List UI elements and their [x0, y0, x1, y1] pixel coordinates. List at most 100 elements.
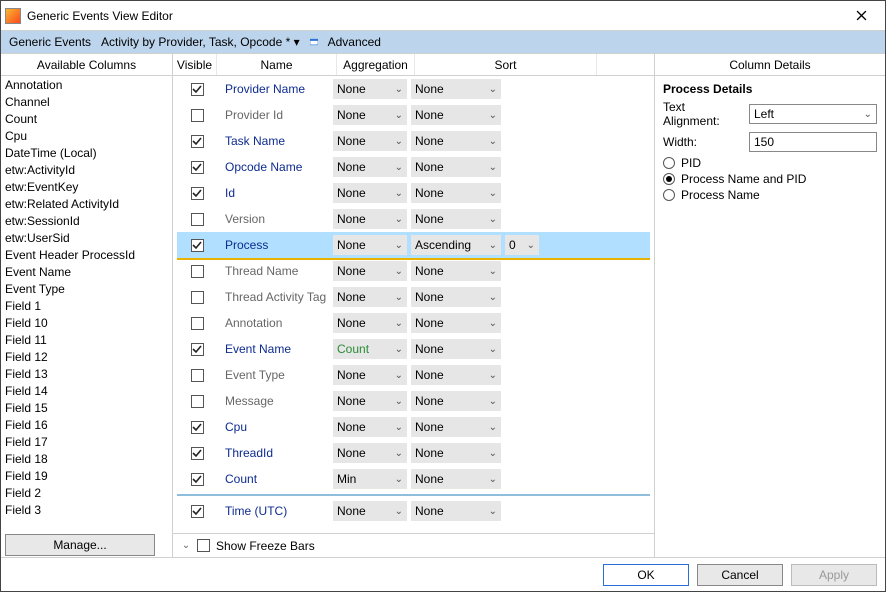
grid-row[interactable]: Task NameNone⌄None⌄ [177, 128, 650, 154]
grid-row[interactable]: MessageNone⌄None⌄ [177, 388, 650, 414]
aggregation-select[interactable]: None⌄ [333, 313, 407, 333]
menu-generic-events[interactable]: Generic Events [5, 35, 95, 49]
header-visible[interactable]: Visible [173, 54, 217, 75]
list-item[interactable]: etw:UserSid [1, 229, 172, 246]
grid-row[interactable]: ProcessNone⌄Ascending⌄0⌄ [177, 232, 650, 258]
visible-checkbox[interactable] [177, 109, 217, 122]
sort-select[interactable]: None⌄ [411, 313, 501, 333]
list-item[interactable]: Cpu [1, 127, 172, 144]
visible-checkbox[interactable] [177, 447, 217, 460]
list-item[interactable]: Field 16 [1, 416, 172, 433]
detail-radio[interactable]: Process Name and PID [663, 172, 877, 186]
available-columns-list[interactable]: AnnotationChannelCountCpuDateTime (Local… [1, 76, 172, 533]
sort-select[interactable]: None⌄ [411, 417, 501, 437]
aggregation-select[interactable]: Min⌄ [333, 469, 407, 489]
list-item[interactable]: Count [1, 110, 172, 127]
aggregation-select[interactable]: None⌄ [333, 501, 407, 521]
visible-checkbox[interactable] [177, 505, 217, 518]
sort-select[interactable]: None⌄ [411, 261, 501, 281]
sort-select[interactable]: None⌄ [411, 79, 501, 99]
list-item[interactable]: Field 19 [1, 467, 172, 484]
list-item[interactable]: Field 11 [1, 331, 172, 348]
aggregation-select[interactable]: None⌄ [333, 261, 407, 281]
sort-select[interactable]: None⌄ [411, 443, 501, 463]
aggregation-select[interactable]: None⌄ [333, 391, 407, 411]
list-item[interactable]: Field 10 [1, 314, 172, 331]
visible-checkbox[interactable] [177, 421, 217, 434]
list-item[interactable]: etw:ActivityId [1, 161, 172, 178]
list-item[interactable]: Field 2 [1, 484, 172, 501]
list-item[interactable]: DateTime (Local) [1, 144, 172, 161]
aggregation-select[interactable]: None⌄ [333, 417, 407, 437]
grid-row[interactable]: Event NameCount⌄None⌄ [177, 336, 650, 362]
visible-checkbox[interactable] [177, 317, 217, 330]
apply-button[interactable]: Apply [791, 564, 877, 586]
list-item[interactable]: Field 15 [1, 399, 172, 416]
grid-row[interactable]: VersionNone⌄None⌄ [177, 206, 650, 232]
list-item[interactable]: Event Header ProcessId [1, 246, 172, 263]
grid-row[interactable]: Provider IdNone⌄None⌄ [177, 102, 650, 128]
grid-row[interactable]: AnnotationNone⌄None⌄ [177, 310, 650, 336]
list-item[interactable]: etw:Related ActivityId [1, 195, 172, 212]
sort-select[interactable]: None⌄ [411, 209, 501, 229]
list-item[interactable]: Field 3 [1, 501, 172, 518]
list-item[interactable]: etw:SessionId [1, 212, 172, 229]
header-name[interactable]: Name [217, 54, 337, 75]
grid-body[interactable]: Provider NameNone⌄None⌄Provider IdNone⌄N… [173, 76, 654, 533]
sort-select[interactable]: None⌄ [411, 105, 501, 125]
visible-checkbox[interactable] [177, 265, 217, 278]
visible-checkbox[interactable] [177, 187, 217, 200]
grid-row[interactable]: CpuNone⌄None⌄ [177, 414, 650, 440]
show-freeze-checkbox[interactable] [197, 539, 210, 552]
manage-button[interactable]: Manage... [5, 534, 155, 556]
grid-row[interactable]: Thread NameNone⌄None⌄ [177, 258, 650, 284]
grid-row[interactable]: CountMin⌄None⌄ [177, 466, 650, 492]
sort-priority-select[interactable]: 0⌄ [505, 235, 539, 255]
aggregation-select[interactable]: None⌄ [333, 105, 407, 125]
visible-checkbox[interactable] [177, 291, 217, 304]
aggregation-select[interactable]: None⌄ [333, 183, 407, 203]
aggregation-select[interactable]: None⌄ [333, 131, 407, 151]
visible-checkbox[interactable] [177, 213, 217, 226]
visible-checkbox[interactable] [177, 395, 217, 408]
list-item[interactable]: Field 13 [1, 365, 172, 382]
header-aggregation[interactable]: Aggregation [337, 54, 415, 75]
list-item[interactable]: Field 18 [1, 450, 172, 467]
cancel-button[interactable]: Cancel [697, 564, 783, 586]
grid-row[interactable]: Time (UTC)None⌄None⌄ [177, 498, 650, 524]
sort-select[interactable]: None⌄ [411, 131, 501, 151]
list-item[interactable]: Event Type [1, 280, 172, 297]
grid-row[interactable]: Provider NameNone⌄None⌄ [177, 76, 650, 102]
grid-row[interactable]: ThreadIdNone⌄None⌄ [177, 440, 650, 466]
list-item[interactable]: Field 12 [1, 348, 172, 365]
sort-select[interactable]: None⌄ [411, 157, 501, 177]
grid-row[interactable]: IdNone⌄None⌄ [177, 180, 650, 206]
grid-row[interactable]: Opcode NameNone⌄None⌄ [177, 154, 650, 180]
text-align-select[interactable]: Left ⌄ [749, 104, 877, 124]
list-item[interactable]: Field 1 [1, 297, 172, 314]
sort-select[interactable]: None⌄ [411, 469, 501, 489]
visible-checkbox[interactable] [177, 343, 217, 356]
list-item[interactable]: etw:EventKey [1, 178, 172, 195]
sort-select[interactable]: None⌄ [411, 391, 501, 411]
visible-checkbox[interactable] [177, 83, 217, 96]
aggregation-select[interactable]: None⌄ [333, 79, 407, 99]
visible-checkbox[interactable] [177, 161, 217, 174]
aggregation-select[interactable]: None⌄ [333, 209, 407, 229]
visible-checkbox[interactable] [177, 473, 217, 486]
sort-select[interactable]: Ascending⌄ [411, 235, 501, 255]
sort-select[interactable]: None⌄ [411, 183, 501, 203]
aggregation-select[interactable]: Count⌄ [333, 339, 407, 359]
list-item[interactable]: Channel [1, 93, 172, 110]
aggregation-select[interactable]: None⌄ [333, 287, 407, 307]
aggregation-select[interactable]: None⌄ [333, 157, 407, 177]
sort-select[interactable]: None⌄ [411, 365, 501, 385]
menu-advanced[interactable]: Advanced [324, 35, 385, 49]
visible-checkbox[interactable] [177, 135, 217, 148]
sort-select[interactable]: None⌄ [411, 501, 501, 521]
expand-icon[interactable]: ⌄ [181, 540, 191, 551]
width-input[interactable]: 150 [749, 132, 877, 152]
header-sort[interactable]: Sort [415, 54, 597, 75]
list-item[interactable]: Field 17 [1, 433, 172, 450]
visible-checkbox[interactable] [177, 239, 217, 252]
